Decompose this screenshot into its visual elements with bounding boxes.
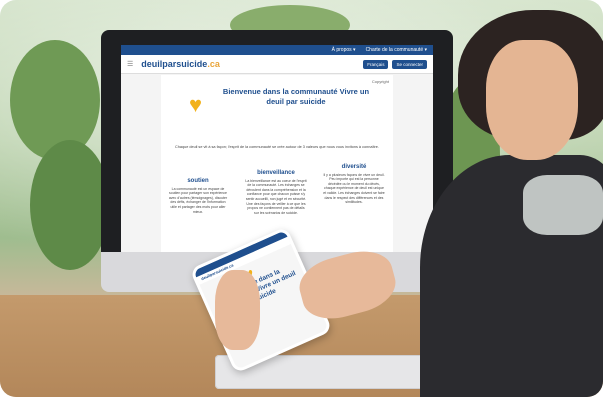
person-collar [523,175,603,235]
value-column-bienveillance: bienveillance La bienveillance est au co… [245,170,307,215]
value-title: soutien [187,178,209,184]
value-text: Il y a plusieurs façons de vivre un deui… [323,172,385,205]
copyright-label: Copyright [371,79,389,84]
login-button[interactable]: Se connecter [392,59,427,69]
intro-text: Chaque deuil se vit à sa façon; l'esprit… [175,145,379,149]
charter-link[interactable]: Charte de la communauté ▾ [366,47,427,53]
plant-left-lower [30,140,110,270]
value-title: bienveillance [257,170,295,176]
about-link[interactable]: À propos ▾ [332,47,356,53]
person-face [486,40,578,160]
plant-left [10,40,100,160]
left-hand [215,270,260,350]
value-column-soutien: soutien La communauté est un espace de s… [167,178,229,214]
value-column-diversite: diversité Il y a plusieurs façons de viv… [323,164,385,205]
heart-icon: ♥ [189,92,203,117]
site-logo[interactable]: deuilparsuicide.ca [141,59,220,69]
value-text: La bienveillance est au coeur de l'espri… [245,178,307,215]
photo-scene: À propos ▾ Charte de la communauté ▾ ☰ d… [0,0,603,397]
welcome-title: Bienvenue dans la communauté Vivre un de… [222,87,370,106]
language-button[interactable]: Français [363,59,389,69]
value-title: diversité [341,164,367,170]
value-text: La communauté est un espace de soutien p… [168,186,228,214]
menu-icon[interactable]: ☰ [127,60,133,68]
site-topbar: À propos ▾ Charte de la communauté ▾ [121,45,433,55]
site-nav: ☰ deuilparsuicide.ca Français Se connect… [121,55,433,74]
